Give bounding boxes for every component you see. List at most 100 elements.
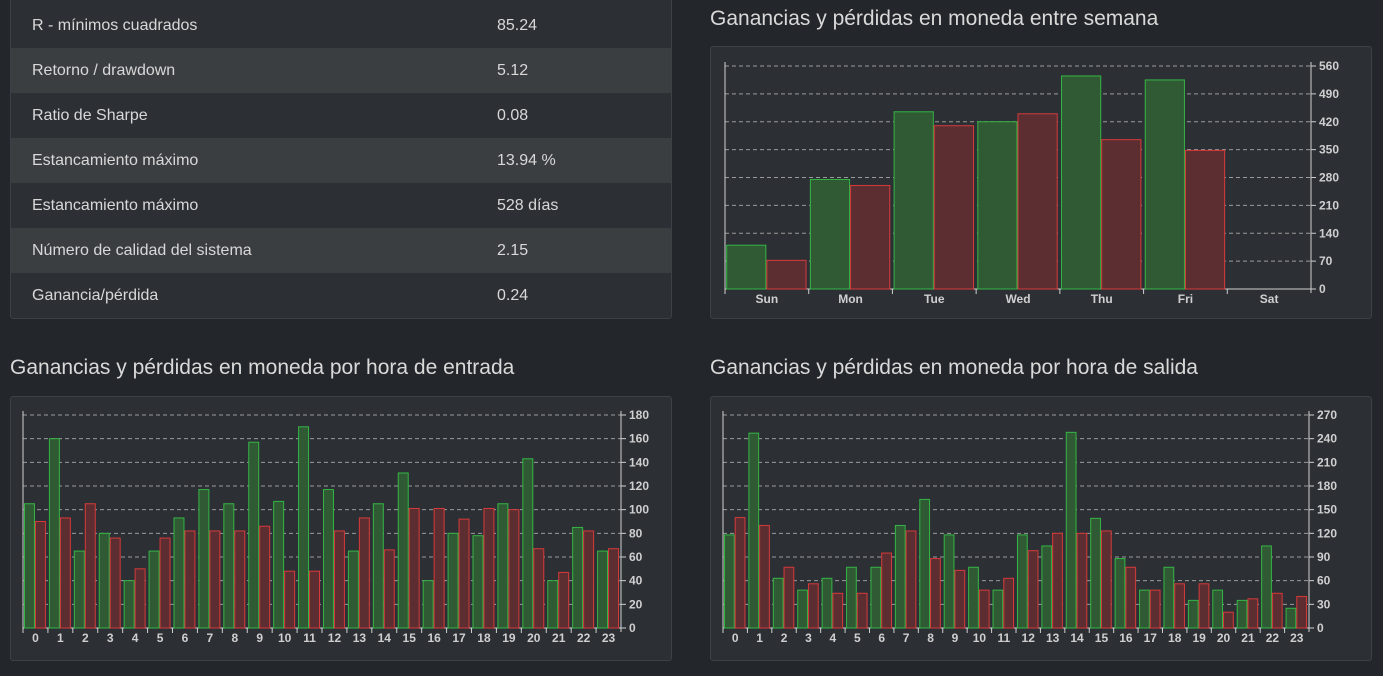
loss-bar [109,537,121,629]
loss-bar [766,259,807,290]
stats-row: Estancamiento máximo 528 días [11,183,671,228]
gain-bar [894,524,906,629]
loss-bar [358,517,370,629]
loss-bar [259,525,271,629]
x-tick-label: 19 [502,631,516,645]
gain-bar [472,535,484,629]
x-tick-label: Mon [838,292,863,306]
loss-bar [933,125,974,290]
y-tick-label: 60 [1317,574,1331,588]
x-tick-label: 23 [1290,631,1304,645]
x-tick-label: 10 [973,631,987,645]
x-tick-label: 1 [57,631,64,645]
loss-bar [333,530,345,629]
gain-bar [1212,589,1224,629]
x-tick-label: Thu [1091,292,1113,306]
gain-bar [1163,566,1175,629]
gain-bar [572,526,584,629]
gain-bar [98,532,110,629]
x-tick-label: 5 [157,631,164,645]
gain-bar [1114,558,1126,629]
gain-bar [422,580,434,629]
weekday-chart-panel: 0 70 140 210 280 350 420 490 560 Sun Mon Tue Wed Thu F… [710,46,1372,319]
stats-value: 5.12 [497,62,529,79]
gain-bar [298,426,310,629]
x-tick-label: 14 [378,631,392,645]
stats-row: Número de calidad del sistema 2.15 [11,228,671,273]
y-tick-label: 280 [1319,171,1339,185]
x-tick-label: Fri [1178,292,1193,306]
gain-bar [846,566,857,629]
loss-bar [1076,532,1088,629]
gain-bar [726,244,767,290]
stats-value: 0.08 [497,107,529,124]
gain-bar [1261,545,1272,629]
gain-bar [1139,589,1150,629]
x-tick-label: 6 [182,631,189,645]
gain-bar [1061,75,1102,290]
y-tick-label: 100 [629,503,649,517]
loss-bar [34,521,46,629]
gain-bar [173,517,185,629]
loss-bar [1271,592,1283,629]
gain-bar [48,438,60,629]
exit-hour-chart-title: Ganancias y pérdidas en moneda por hora … [710,356,1198,379]
x-tick-label: 12 [1022,631,1036,645]
gain-bar [870,566,882,629]
loss-bar [1052,532,1063,629]
loss-bar [408,507,420,629]
loss-bar [1125,566,1137,629]
x-tick-label: 8 [231,631,238,645]
loss-bar [1017,113,1058,290]
stats-label: Retorno / drawdown [32,62,176,79]
x-tick-label: 4 [830,631,837,645]
gain-bar [1285,607,1297,629]
stats-row: R - mínimos cuadrados 85.24 [11,3,671,48]
x-tick-label: 22 [577,631,591,645]
y-tick-label: 0 [1317,621,1324,635]
loss-bar [309,570,321,629]
x-tick-label: 16 [427,631,441,645]
x-tick-label: Wed [1005,292,1030,306]
gain-bar [597,550,609,629]
loss-bar [930,558,941,629]
stats-label: R - mínimos cuadrados [32,17,198,34]
y-tick-label: 210 [1317,455,1337,469]
loss-bar [1296,595,1308,629]
x-tick-label: 0 [32,631,39,645]
loss-bar [209,530,221,629]
x-tick-label: 21 [1241,631,1255,645]
x-tick-label: 15 [1095,631,1109,645]
gain-bar [809,178,851,290]
x-tick-label: 2 [781,631,788,645]
loss-bar [383,549,395,629]
y-tick-label: 120 [629,479,649,493]
gain-bar [723,534,735,629]
x-tick-label: Sat [1260,292,1279,306]
loss-bar [905,530,917,629]
stats-row: Ganancia/pérdida 0.24 [11,273,671,318]
x-tick-label: Tue [924,292,945,306]
x-tick-label: 22 [1266,631,1280,645]
x-tick-label: 6 [878,631,885,645]
y-tick-label: 240 [1317,432,1337,446]
entry-hour-chart: 0204060801001201401601800 1 2 3 4 5 6 7 8 9 10 11 12… [22,408,649,645]
entry-hour-chart-title: Ganancias y pérdidas en moneda por hora … [10,356,515,379]
exit-hour-chart-panel: 0 30 60 90 120 150 180 210 240 270 0 1 2 3 4 5 6 7 8 9 10 11 1… [710,396,1372,661]
loss-bar [583,530,595,629]
x-tick-label: 13 [1046,631,1060,645]
gain-bar [322,489,334,629]
gain-bar [148,550,160,629]
y-tick-label: 60 [629,550,643,564]
x-tick-label: 7 [207,631,214,645]
stats-row: Ratio de Sharpe 0.08 [11,93,671,138]
stats-label: Número de calidad del sistema [32,242,252,259]
x-tick-label: 11 [303,631,316,645]
gain-bar [23,503,35,629]
stats-row: Retorno / drawdown 5.12 [11,48,671,93]
loss-bar [84,503,96,629]
y-tick-label: 210 [1319,198,1339,212]
loss-bar [1149,589,1161,629]
loss-bar [59,517,71,629]
loss-bar [1027,550,1039,629]
